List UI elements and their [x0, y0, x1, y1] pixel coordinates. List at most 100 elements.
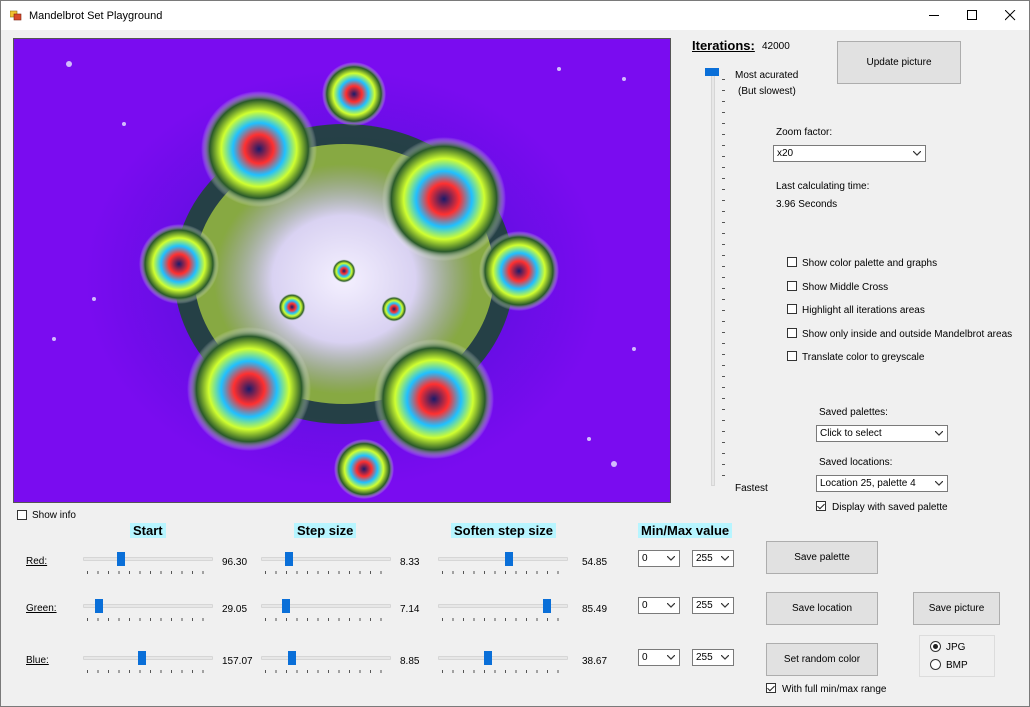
show-middle-cross-label: Show Middle Cross [802, 282, 889, 293]
minimize-button[interactable] [915, 1, 953, 30]
fractal-picture[interactable] [13, 38, 671, 503]
full-range-label: With full min/max range [782, 684, 887, 695]
green-channel-label: Green: [26, 603, 57, 614]
jpg-radio[interactable] [930, 641, 941, 652]
green-step-slider-thumb[interactable] [282, 599, 290, 613]
chevron-down-icon [721, 556, 729, 561]
fractal-image [14, 39, 670, 502]
saved-palettes-label: Saved palettes: [819, 407, 888, 418]
update-picture-button[interactable]: Update picture [837, 41, 961, 84]
show-palette-label: Show color palette and graphs [802, 258, 938, 269]
display-saved-palette-label: Display with saved palette [832, 502, 948, 513]
saved-palettes-value: Click to select [820, 428, 882, 439]
highlight-iterations-checkbox[interactable] [787, 304, 797, 314]
greyscale-label: Translate color to greyscale [802, 352, 925, 363]
app-window: Mandelbrot Set Playground Show info Iter… [0, 0, 1030, 707]
green-soften-slider-thumb[interactable] [543, 599, 551, 613]
blue-step-slider-thumb[interactable] [288, 651, 296, 665]
close-icon [1005, 10, 1016, 21]
green-max-select[interactable]: 255 [692, 597, 734, 614]
chevron-down-icon [721, 603, 729, 608]
red-max-select[interactable]: 255 [692, 550, 734, 567]
show-info-checkbox[interactable] [17, 510, 27, 520]
red-max-value: 255 [696, 553, 713, 564]
save-picture-button[interactable]: Save picture [913, 592, 1000, 625]
red-step-value: 8.33 [400, 557, 420, 568]
zoom-factor-value: x20 [777, 148, 794, 159]
min-max-header: Min/Max value [638, 523, 733, 538]
close-button[interactable] [991, 1, 1029, 30]
most-accurate-label: Most acurated [735, 70, 799, 81]
blue-soften-slider-ticks [442, 670, 566, 673]
blue-soften-slider-thumb[interactable] [484, 651, 492, 665]
red-soften-slider-ticks [442, 571, 566, 574]
save-location-button[interactable]: Save location [766, 592, 878, 625]
blue-start-slider[interactable] [83, 656, 213, 660]
green-min-select[interactable]: 0 [638, 597, 680, 614]
display-saved-palette-checkbox[interactable] [816, 501, 826, 511]
green-soften-value: 85.49 [582, 604, 608, 615]
chevron-down-icon [935, 431, 943, 436]
show-palette-checkbox[interactable] [787, 257, 797, 267]
inside-outside-checkbox[interactable] [787, 328, 797, 338]
iterations-slider-ticks [722, 79, 725, 481]
blue-channel-label: Blue: [26, 655, 49, 666]
greyscale-checkbox[interactable] [787, 351, 797, 361]
save-palette-button[interactable]: Save palette [766, 541, 878, 574]
calc-time-value: 3.96 Seconds [776, 199, 838, 210]
green-start-value: 29.05 [222, 604, 248, 615]
red-step-slider-thumb[interactable] [285, 552, 293, 566]
blue-min-select[interactable]: 0 [638, 649, 680, 666]
saved-locations-label: Saved locations: [819, 457, 893, 468]
red-channel-label: Red: [26, 556, 48, 567]
red-soften-slider[interactable] [438, 557, 568, 561]
calc-time-label: Last calculating time: [776, 181, 870, 192]
red-start-value: 96.30 [222, 557, 248, 568]
show-middle-cross-checkbox[interactable] [787, 281, 797, 291]
saved-palettes-select[interactable]: Click to select [816, 425, 948, 442]
green-start-slider-thumb[interactable] [95, 599, 103, 613]
red-soften-value: 54.85 [582, 557, 608, 568]
blue-max-value: 255 [696, 652, 713, 663]
chevron-down-icon [913, 151, 921, 156]
chevron-down-icon [667, 655, 675, 660]
full-range-checkbox[interactable] [766, 683, 776, 693]
bmp-label: BMP [946, 660, 968, 671]
blue-start-value: 157.07 [222, 656, 253, 667]
zoom-factor-label: Zoom factor: [776, 127, 833, 138]
zoom-factor-select[interactable]: x20 [773, 145, 926, 162]
red-start-slider[interactable] [83, 557, 213, 561]
green-soften-slider-ticks [442, 618, 566, 621]
blue-max-select[interactable]: 255 [692, 649, 734, 666]
random-color-button[interactable]: Set random color [766, 643, 878, 676]
saved-locations-value: Location 25, palette 4 [820, 478, 916, 489]
green-step-slider[interactable] [261, 604, 391, 608]
start-header: Start [130, 523, 166, 538]
soften-step-header: Soften step size [451, 523, 556, 538]
inside-outside-label: Show only inside and outside Mandelbrot … [802, 329, 1013, 340]
blue-start-slider-thumb[interactable] [138, 651, 146, 665]
maximize-icon [967, 10, 977, 20]
chevron-down-icon [667, 603, 675, 608]
iterations-slider-track[interactable] [711, 70, 715, 486]
step-size-header: Step size [294, 523, 357, 538]
chevron-down-icon [935, 481, 943, 486]
red-min-select[interactable]: 0 [638, 550, 680, 567]
iterations-slider-thumb[interactable] [705, 68, 719, 76]
bmp-radio[interactable] [930, 659, 941, 670]
saved-locations-select[interactable]: Location 25, palette 4 [816, 475, 948, 492]
chevron-down-icon [721, 655, 729, 660]
green-max-value: 255 [696, 600, 713, 611]
blue-soften-slider[interactable] [438, 656, 568, 660]
green-step-value: 7.14 [400, 604, 420, 615]
blue-start-slider-ticks [87, 670, 211, 673]
red-start-slider-thumb[interactable] [117, 552, 125, 566]
fastest-label: Fastest [735, 483, 768, 494]
blue-step-slider[interactable] [261, 656, 391, 660]
maximize-button[interactable] [953, 1, 991, 30]
green-step-slider-ticks [265, 618, 389, 621]
red-soften-slider-thumb[interactable] [505, 552, 513, 566]
iterations-value: 42000 [762, 41, 790, 52]
red-step-slider[interactable] [261, 557, 391, 561]
iterations-label: Iterations: [692, 38, 755, 53]
